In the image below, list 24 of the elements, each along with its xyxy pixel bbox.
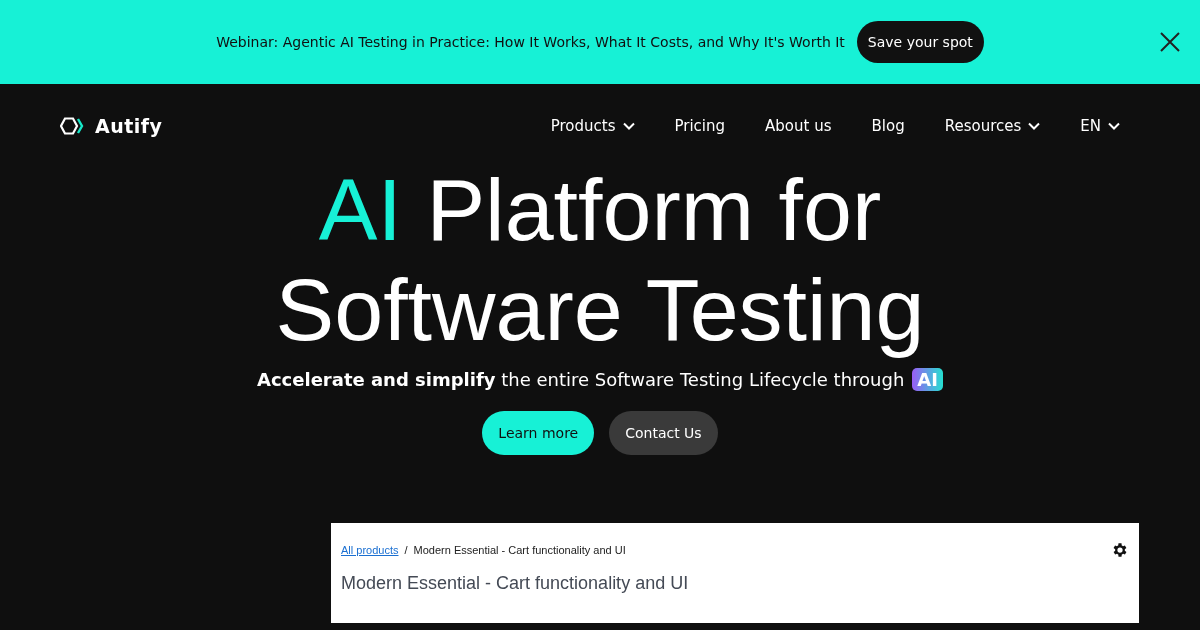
page-heading: Modern Essential - Cart functionality and UI: [341, 573, 690, 594]
logo-text[interactable]: Autify: [95, 115, 163, 137]
settings-icon[interactable]: [1111, 541, 1129, 559]
breadcrumb-separator: /: [404, 544, 408, 556]
breadcrumb-current: Modern Essential - Cart functionality and UI: [413, 544, 626, 556]
contact-button[interactable]: Contact Us: [609, 411, 718, 455]
learn-more-button[interactable]: Learn more: [482, 411, 595, 455]
chevron-down-icon: [1028, 122, 1041, 130]
save-spot-button[interactable]: Save your spot: [856, 21, 984, 63]
hero-subtitle: Accelerate and simplify the entire Software Testing Lifecycle through: [257, 369, 905, 390]
chevron-down-icon: [622, 122, 635, 130]
ai-badge: AI: [912, 368, 943, 391]
nav-link[interactable]: Blog: [871, 117, 905, 135]
hero-title: AI Platform for Software Testing: [275, 160, 925, 360]
breadcrumb-link[interactable]: All products: [341, 544, 399, 556]
nav-link[interactable]: Resources: [944, 117, 1041, 135]
nav-link[interactable]: Products: [550, 117, 635, 135]
nav-link[interactable]: About us: [765, 117, 832, 135]
banner-text: Webinar: Agentic AI Testing in Practice: How It Works, What It Costs, and Why It's Worth It: [216, 34, 845, 50]
nav-link[interactable]: EN: [1080, 117, 1120, 135]
logo-icon[interactable]: [60, 117, 84, 135]
nav-link[interactable]: Pricing: [674, 117, 726, 135]
chevron-down-icon: [1108, 122, 1120, 130]
close-icon[interactable]: [1160, 32, 1180, 52]
